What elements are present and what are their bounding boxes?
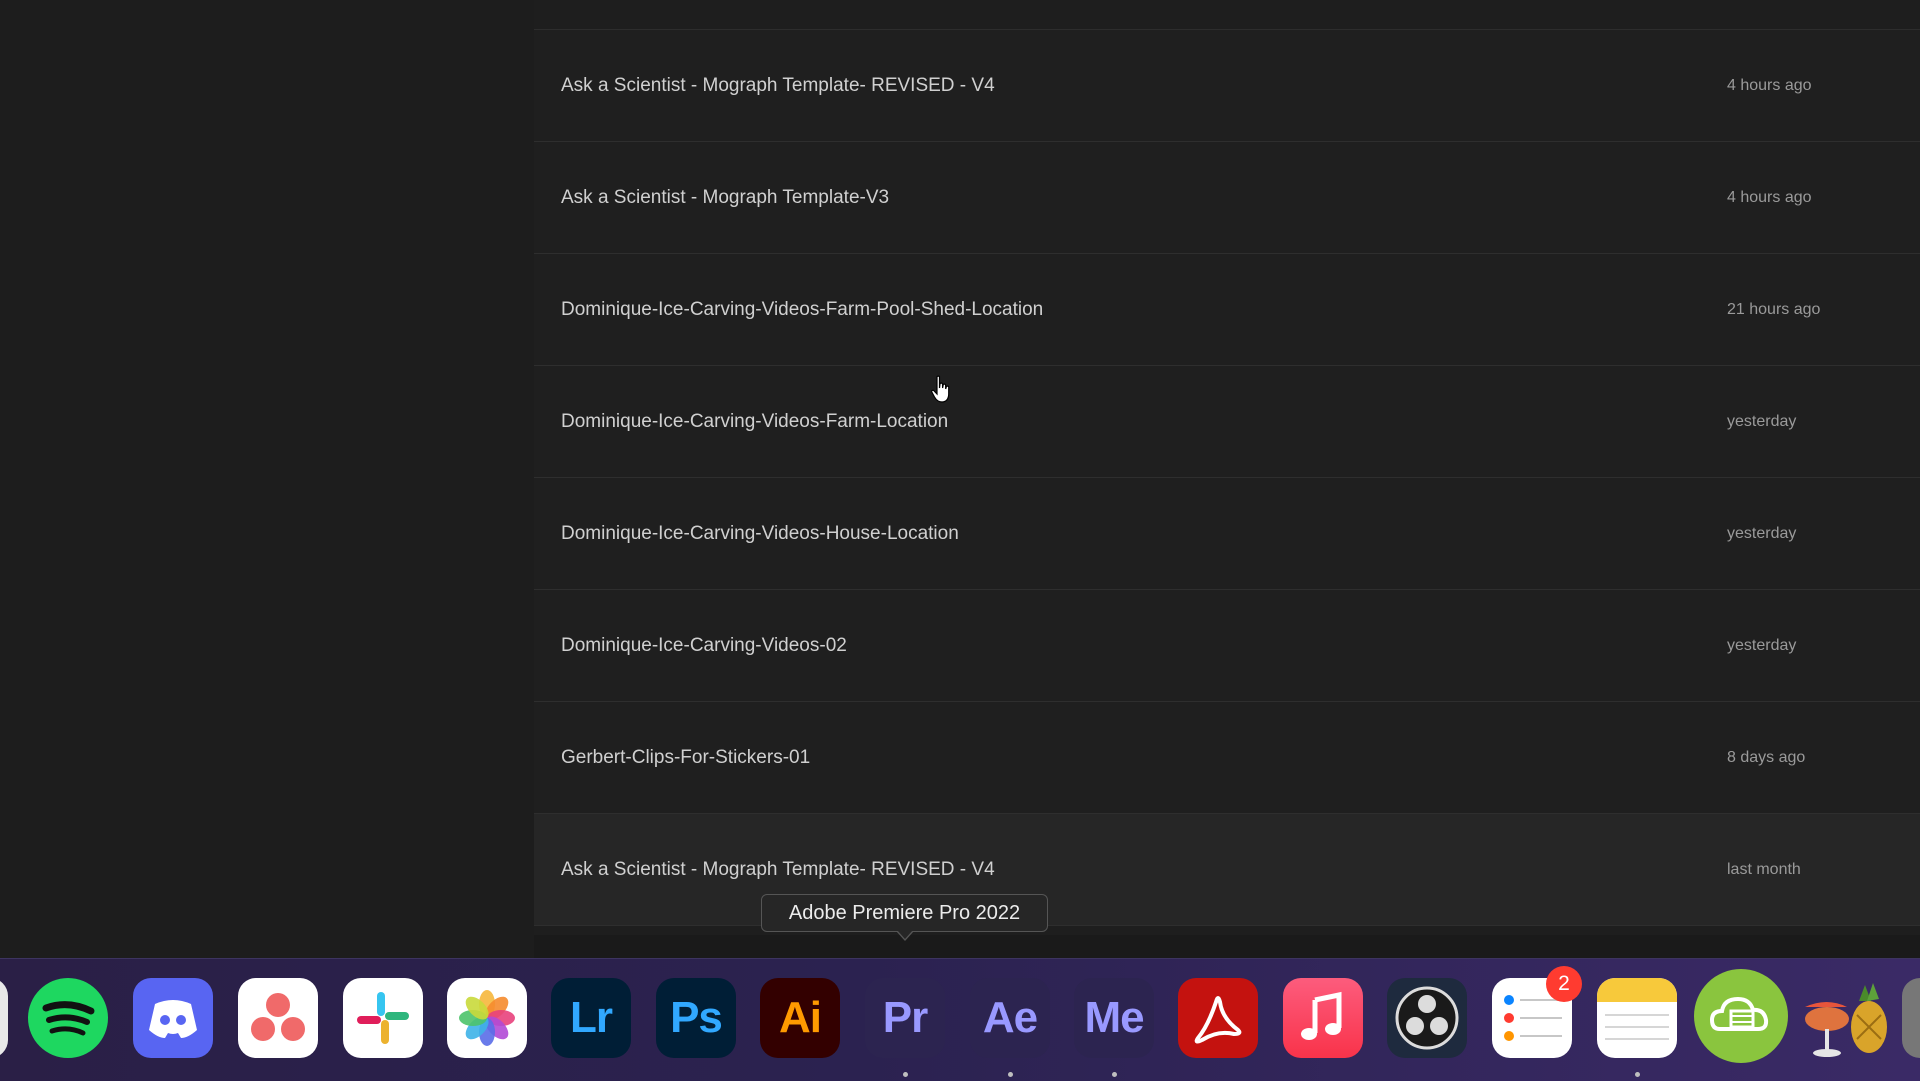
sidebar-panel — [0, 0, 534, 958]
project-name: Gerbert-Clips-For-Stickers-01 — [561, 746, 811, 768]
cocktail-icon[interactable] — [1797, 971, 1893, 1067]
illustrator-icon[interactable]: Ai — [760, 978, 840, 1058]
dock: Lr Ps Ai Pr Ae Me — [0, 958, 1920, 1081]
project-modified: yesterday — [1727, 412, 1797, 430]
project-name: Ask a Scientist - Mograph Template- REVI… — [561, 74, 995, 96]
project-row[interactable]: Dominique-Ice-Carving-Videos-Farm-Pool-S… — [534, 254, 1920, 366]
project-row[interactable]: Dominique-Ice-Carving-Videos-Farm-Locati… — [534, 366, 1920, 478]
running-indicator — [1635, 1072, 1640, 1077]
project-name: Ask a Scientist - Mograph Template-V3 — [561, 186, 890, 208]
project-modified: 8 days ago — [1727, 748, 1806, 766]
reminders-badge: 2 — [1546, 966, 1582, 1002]
photoshop-icon[interactable]: Ps — [656, 978, 736, 1058]
media-encoder-icon[interactable]: Me — [1074, 978, 1154, 1058]
running-indicator — [1008, 1072, 1013, 1077]
project-row[interactable]: Ask a Scientist - Mograph Template-V3 4 … — [534, 142, 1920, 254]
acrobat-icon[interactable] — [1178, 978, 1258, 1058]
partial-app-icon[interactable] — [0, 978, 8, 1058]
project-name: Dominique-Ice-Carving-Videos-Farm-Locati… — [561, 410, 949, 432]
project-row[interactable]: Dominique-Ice-Carving-Videos-02 yesterda… — [534, 590, 1920, 702]
project-modified: 4 hours ago — [1727, 76, 1812, 94]
asana-icon[interactable] — [238, 978, 318, 1058]
project-name: Ask a Scientist - Mograph Template- REVI… — [561, 858, 995, 880]
project-modified: 4 hours ago — [1727, 188, 1812, 206]
project-name: Dominique-Ice-Carving-Videos-Farm-Pool-S… — [561, 298, 1044, 320]
project-modified: last month — [1727, 860, 1801, 878]
project-row-hovered[interactable]: Ask a Scientist - Mograph Template- REVI… — [534, 814, 1920, 926]
project-name: Dominique-Ice-Carving-Videos-House-Locat… — [561, 522, 959, 544]
lightroom-icon[interactable]: Lr — [551, 978, 631, 1058]
dock-tooltip: Adobe Premiere Pro 2022 — [761, 894, 1048, 932]
recent-projects-list: Ask a Scientist - Mograph Template- REVI… — [534, 0, 1920, 935]
project-modified: 21 hours ago — [1727, 300, 1821, 318]
project-row[interactable]: Dominique-Ice-Carving-Videos-House-Locat… — [534, 478, 1920, 590]
premiere-icon[interactable]: Pr — [865, 978, 945, 1058]
music-icon[interactable] — [1283, 978, 1363, 1058]
project-name: Dominique-Ice-Carving-Videos-02 — [561, 634, 847, 656]
partial-app-icon[interactable] — [1902, 978, 1920, 1058]
project-row[interactable]: Ask a Scientist - Mograph Template- REVI… — [534, 30, 1920, 142]
cloud-film-icon[interactable] — [1694, 969, 1788, 1063]
after-effects-icon[interactable]: Ae — [970, 978, 1050, 1058]
pointer-hand-cursor-icon — [931, 375, 950, 403]
obs-icon[interactable] — [1387, 978, 1467, 1058]
list-bottom-band — [534, 935, 1920, 958]
photos-icon[interactable] — [447, 978, 527, 1058]
notes-icon[interactable] — [1597, 978, 1677, 1058]
running-indicator — [903, 1072, 908, 1077]
project-modified: yesterday — [1727, 524, 1797, 542]
spotify-icon[interactable] — [28, 978, 108, 1058]
discord-icon[interactable] — [133, 978, 213, 1058]
project-modified: yesterday — [1727, 636, 1797, 654]
slack-icon[interactable] — [343, 978, 423, 1058]
project-row[interactable]: Gerbert-Clips-For-Stickers-01 8 days ago — [534, 702, 1920, 814]
running-indicator — [1112, 1072, 1117, 1077]
